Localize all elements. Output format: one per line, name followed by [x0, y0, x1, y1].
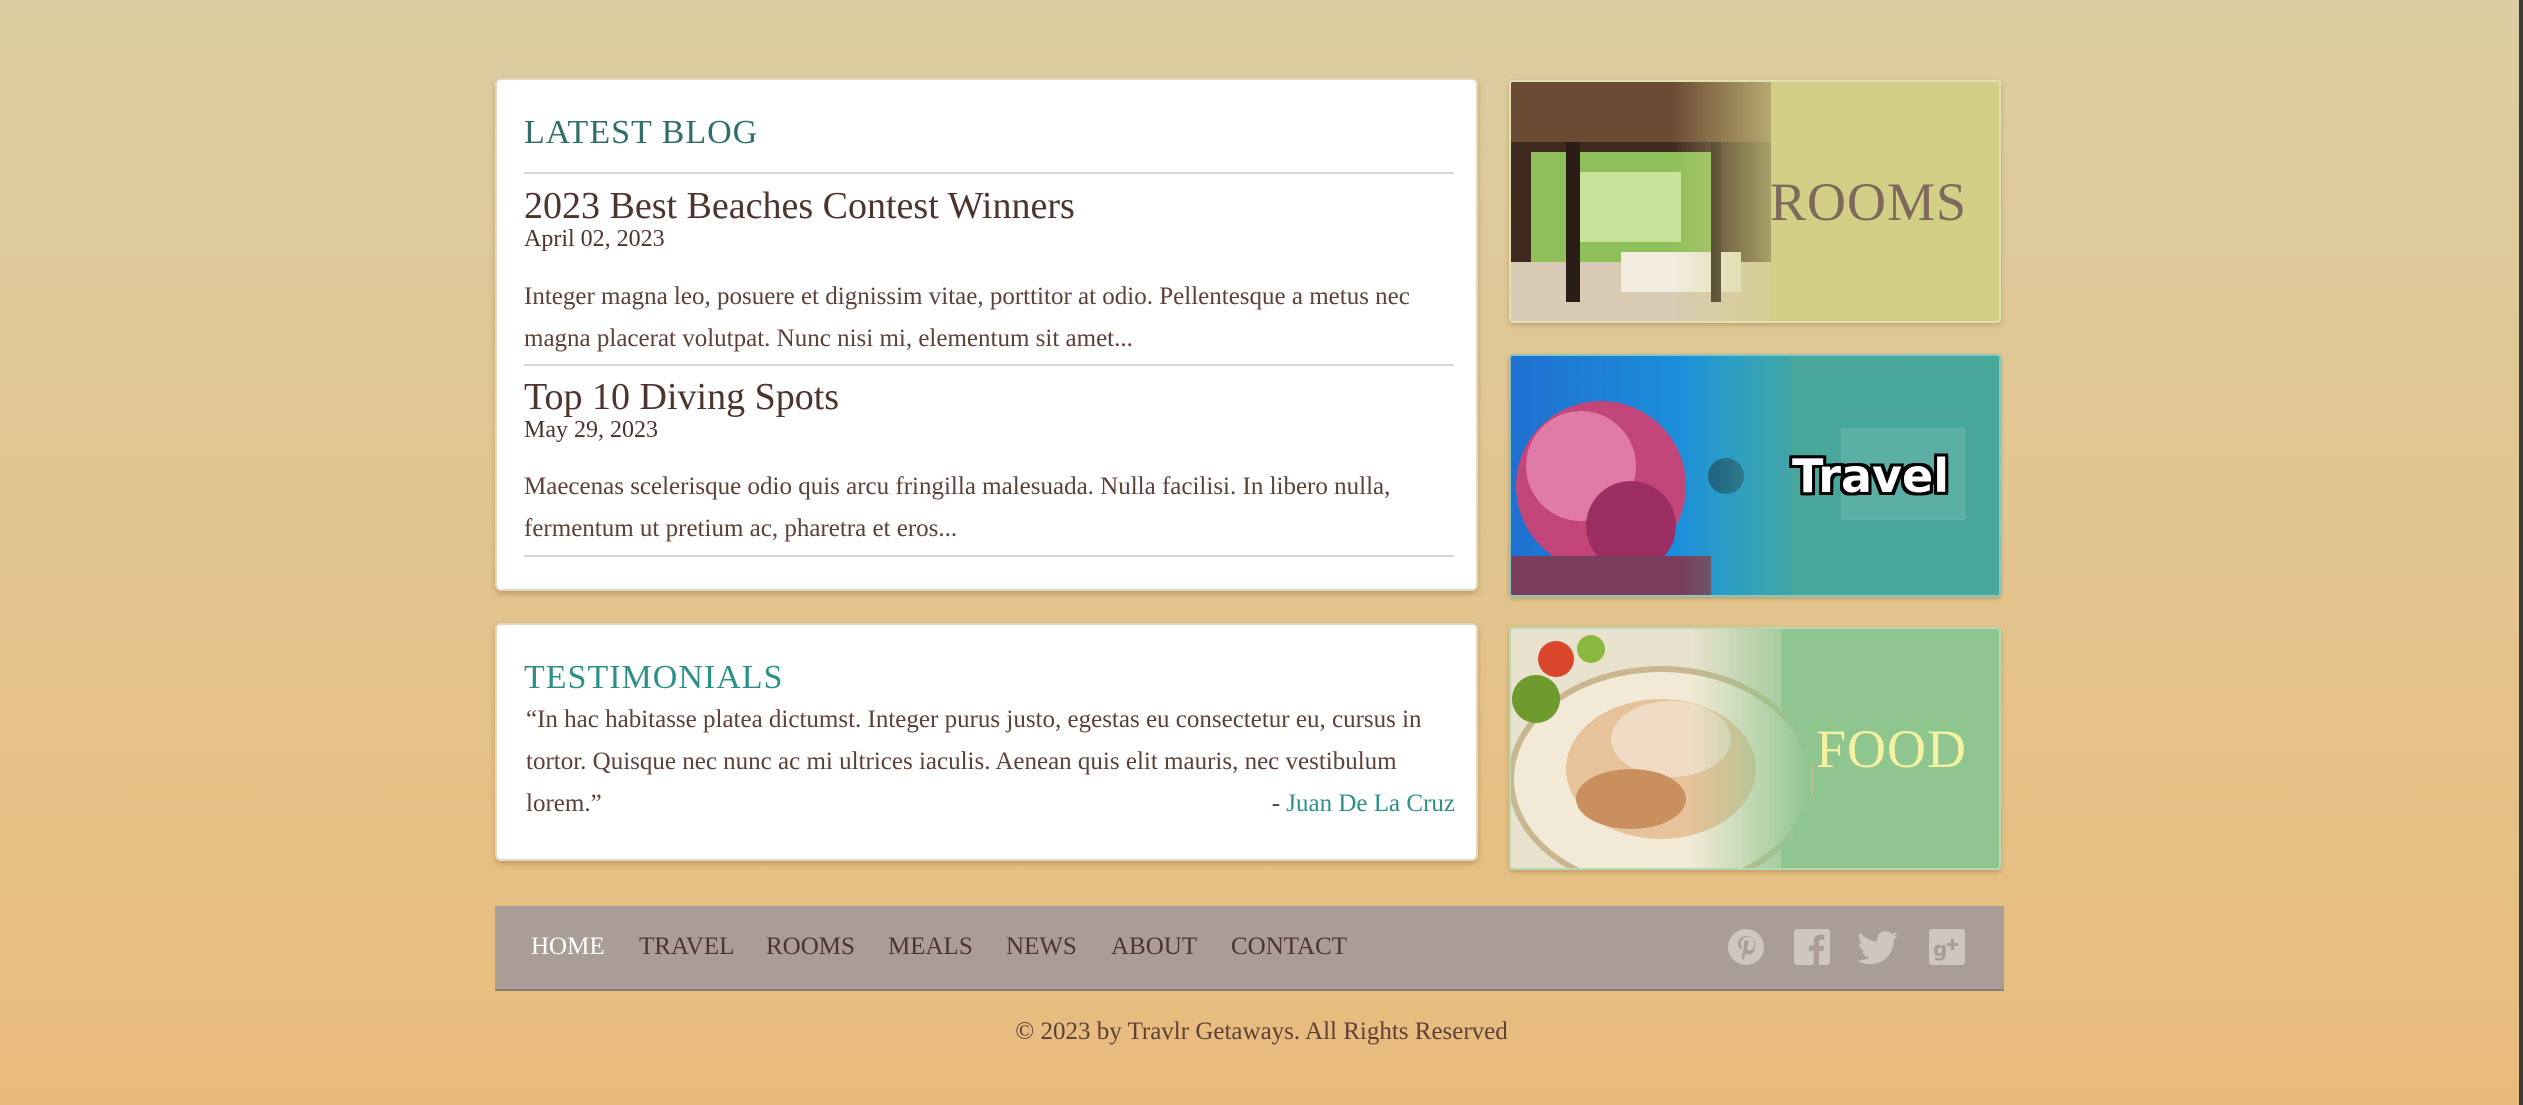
travel-label: Travel — [1791, 448, 1949, 503]
nav-contact[interactable]: CONTACT — [1231, 933, 1347, 961]
rooms-label: ROOMS — [1769, 171, 1967, 232]
twitter-icon[interactable] — [1856, 927, 1898, 967]
copyright-text: © 2023 by Travlr Getaways. All Rights Re… — [1015, 1018, 1508, 1045]
latest-blog-panel: LATEST BLOG 2023 Best Beaches Contest Wi… — [495, 78, 1478, 591]
post-title-link[interactable]: Top 10 Diving Spots — [524, 375, 839, 419]
testimonials-heading: TESTIMONIALS — [524, 659, 784, 696]
post-title-link[interactable]: 2023 Best Beaches Contest Winners — [524, 184, 1075, 228]
nav-meals[interactable]: MEALS — [888, 933, 973, 961]
nav-home[interactable]: HOME — [531, 933, 605, 961]
nav-rooms[interactable]: ROOMS — [766, 933, 855, 961]
divider — [524, 172, 1454, 174]
divider — [524, 555, 1454, 557]
svg-text:g: g — [1933, 937, 1947, 961]
post-date: May 29, 2023 — [524, 417, 658, 443]
window-edge — [2519, 0, 2523, 1105]
author-name: Juan De La Cruz — [1286, 790, 1455, 817]
author-prefix: - — [1271, 790, 1287, 817]
divider — [524, 364, 1454, 366]
nav-about[interactable]: ABOUT — [1111, 933, 1197, 961]
food-label: FOOD — [1815, 718, 1967, 779]
post-excerpt: Integer magna leo, posuere et dignissim … — [524, 283, 1410, 352]
facebook-icon[interactable] — [1792, 927, 1832, 967]
testimonials-panel: TESTIMONIALS “In hac habitasse platea di… — [495, 623, 1478, 861]
pinterest-icon[interactable] — [1726, 927, 1766, 967]
food-promo-tile[interactable]: FOOD — [1509, 627, 2001, 870]
latest-blog-heading: LATEST BLOG — [524, 114, 759, 151]
nav-news[interactable]: NEWS — [1006, 933, 1077, 961]
testimonial-author: - Juan De La Cruz — [1272, 783, 1455, 825]
nav-travel[interactable]: TRAVEL — [639, 933, 734, 961]
main-navigation: HOME TRAVEL ROOMS MEALS NEWS ABOUT CONTA… — [495, 906, 2004, 991]
google-plus-icon[interactable]: g — [1927, 927, 1967, 967]
post-excerpt: Maecenas scelerisque odio quis arcu frin… — [524, 473, 1391, 542]
post-date: April 02, 2023 — [524, 226, 665, 252]
rooms-promo-tile[interactable]: ROOMS — [1509, 80, 2001, 323]
travel-promo-tile[interactable]: Travel — [1509, 354, 2001, 597]
